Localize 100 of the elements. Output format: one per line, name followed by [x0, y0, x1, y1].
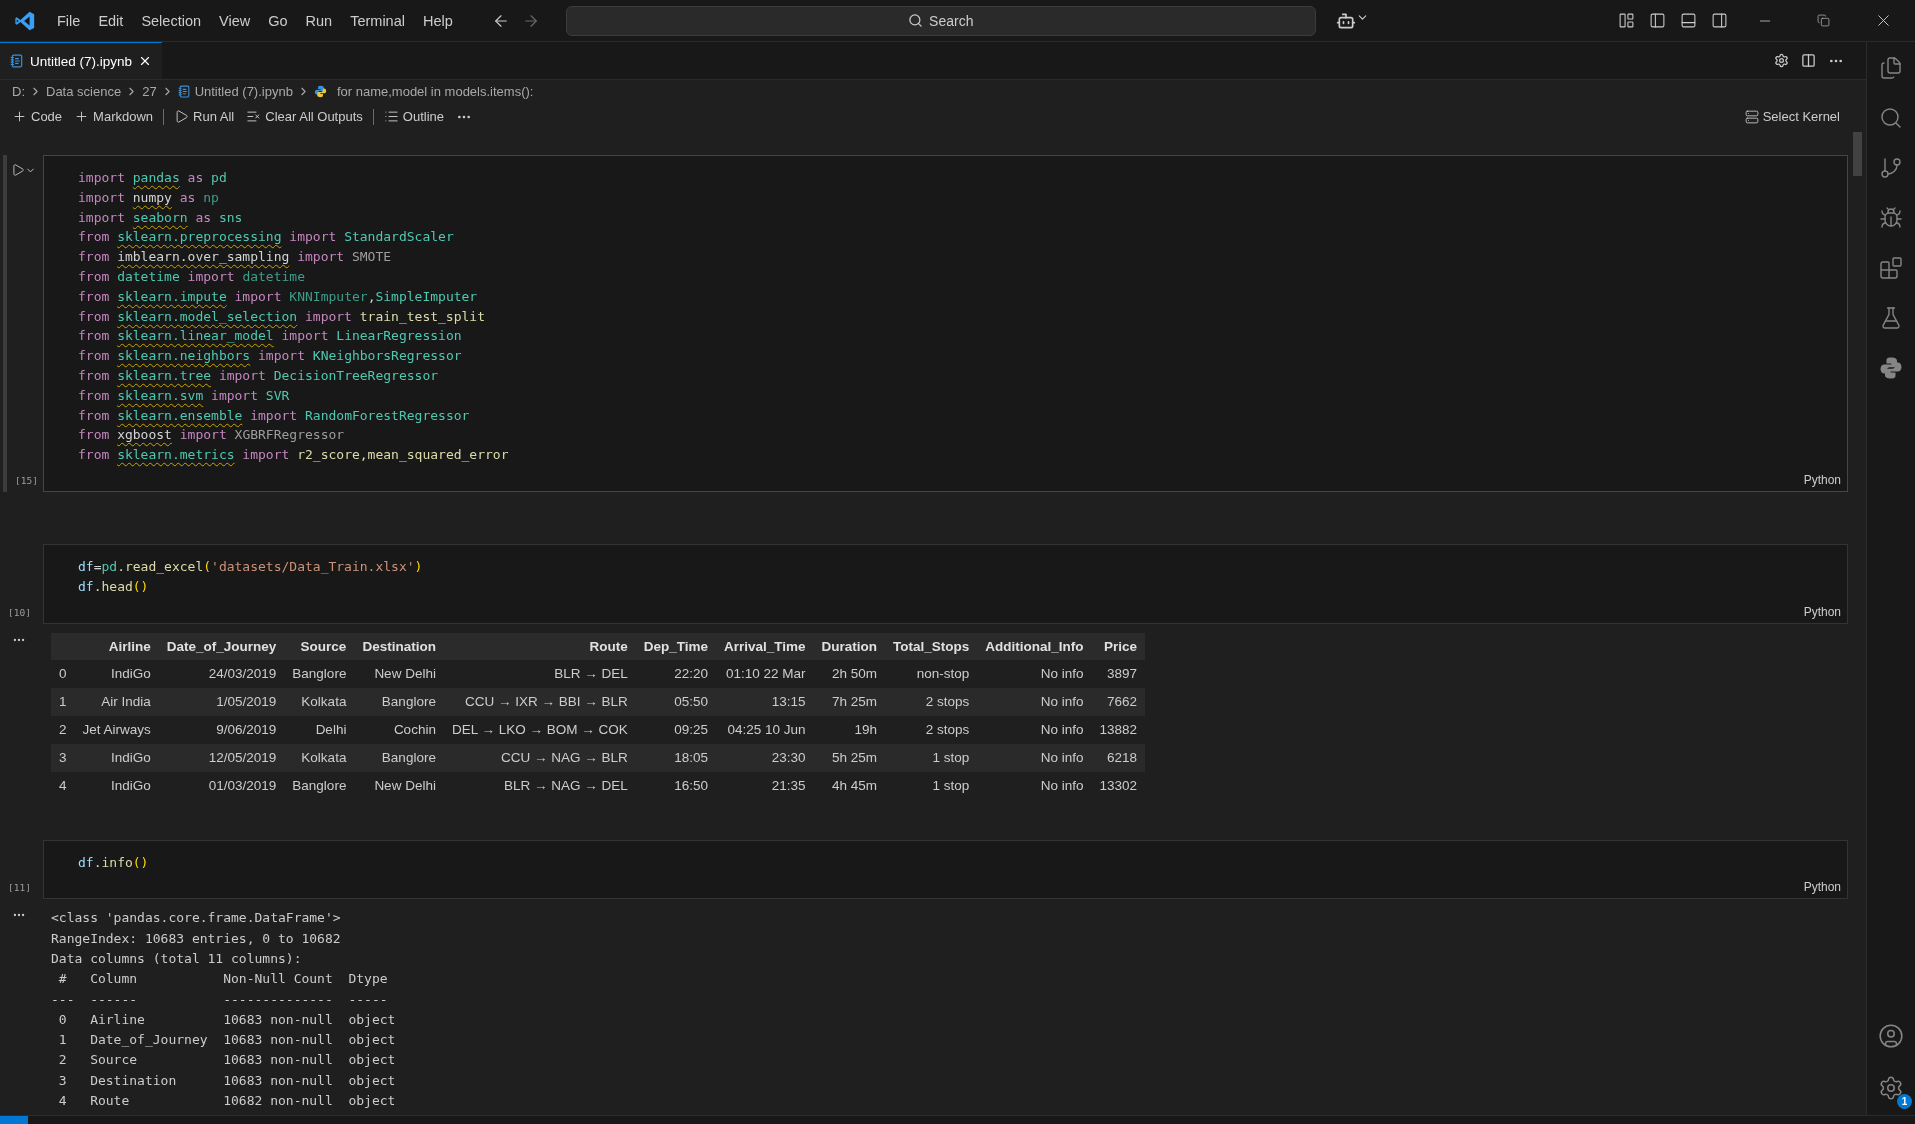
play-icon	[174, 109, 190, 124]
table-cell: IndiGo	[74, 771, 159, 800]
settings-icon[interactable]	[1774, 53, 1789, 68]
execution-count: [15]	[14, 474, 39, 488]
notification-badge: 1	[1897, 1094, 1912, 1109]
table-cell: No info	[977, 659, 1092, 688]
row-index: 0	[51, 659, 75, 688]
editor-tab[interactable]: Untitled (7).ipynb	[0, 42, 163, 79]
branch-icon[interactable]	[1879, 156, 1903, 180]
clear-list-icon	[246, 109, 262, 124]
toolbar-button[interactable]: Run All	[168, 107, 241, 126]
search-icon	[908, 13, 924, 28]
code-line: from datetime import datetime	[78, 268, 306, 286]
table-cell: 18:05	[635, 743, 716, 772]
menu-item[interactable]: Run	[296, 8, 342, 33]
table-cell: 1 stop	[885, 771, 978, 800]
search-field[interactable]: Search	[565, 5, 1316, 36]
toolbar-button[interactable]: Markdown	[68, 107, 160, 126]
column-header: Route	[443, 632, 636, 660]
panel-left-icon[interactable]	[1649, 12, 1666, 29]
column-header: Date_of_Journey	[158, 632, 285, 660]
account-icon[interactable]	[1878, 1023, 1904, 1049]
table-cell: Delhi	[284, 715, 355, 744]
plus-icon	[12, 109, 27, 124]
table-cell: Cochin	[354, 715, 444, 744]
editor-logo	[14, 9, 36, 32]
menu-item[interactable]: Edit	[89, 8, 133, 33]
table-cell: 5h 25m	[813, 743, 886, 772]
restore-icon[interactable]	[1817, 14, 1830, 27]
table-cell: Kolkata	[284, 687, 355, 716]
scrollbar-thumb[interactable]	[1853, 132, 1862, 176]
table-cell: IndiGo	[74, 743, 159, 772]
menu-item[interactable]: Help	[413, 8, 462, 33]
files-icon[interactable]	[1879, 56, 1903, 80]
breadcrumb-item[interactable]: Data science	[46, 84, 122, 99]
table-cell: No info	[977, 743, 1092, 772]
table-cell: 09:25	[635, 715, 716, 744]
breadcrumb-item[interactable]: D:	[12, 84, 25, 99]
flask-icon[interactable]	[1879, 306, 1903, 330]
code-line: import numpy as np	[78, 188, 220, 207]
breadcrumb-item[interactable]: for name,model in models.items():	[336, 84, 534, 99]
code-line: from sklearn.impute import KNNImputer,SimpleImputer	[78, 287, 479, 306]
menu-item[interactable]: Selection	[132, 8, 211, 33]
panel-right-icon[interactable]	[1711, 12, 1728, 29]
toolbar-button[interactable]: Clear All Outputs	[240, 107, 369, 126]
table-cell: 2 stops	[885, 687, 978, 716]
toolbar-button[interactable]: Code	[6, 107, 69, 126]
output-line: --- ------ -------------- -----	[51, 990, 389, 1009]
breadcrumb-item[interactable]: 27	[142, 84, 157, 99]
split-editor-icon[interactable]	[1801, 53, 1816, 68]
row-index: 1	[51, 687, 75, 716]
table-cell: 22:20	[635, 659, 716, 688]
language-label[interactable]: Python	[1803, 604, 1841, 619]
table-cell: 01:10 22 Mar	[716, 659, 814, 688]
menu-item[interactable]: Terminal	[341, 8, 414, 33]
breadcrumb-item[interactable]: Untitled (7).ipynb	[194, 84, 293, 99]
language-label[interactable]: Python	[1803, 880, 1841, 895]
table-cell: CCU → IXR → BBI → BLR	[443, 687, 636, 716]
table-cell: 12/05/2019	[158, 743, 285, 772]
code-line: df=pd.read_excel('datasets/Data_Train.xlsx')	[78, 557, 424, 576]
table-cell: 21:35	[716, 771, 814, 800]
table-cell: 04:25 10 Jun	[716, 715, 814, 744]
toolbar-button[interactable]: Outline	[377, 107, 450, 126]
table-cell: 05:50	[635, 687, 716, 716]
menu-item[interactable]: View	[210, 8, 260, 33]
table-cell: CCU → NAG → BLR	[443, 743, 636, 772]
output-line: 4 Route 10682 non-null object	[57, 1092, 397, 1110]
table-cell: 6218	[1091, 743, 1146, 772]
menu-item[interactable]: Go	[259, 8, 297, 33]
table-cell: 3897	[1091, 659, 1146, 688]
code-line: from imblearn.over_sampling import SMOTE	[78, 248, 393, 267]
output-line: Data columns (total 11 columns):	[51, 949, 303, 968]
extensions-icon[interactable]	[1879, 256, 1903, 280]
play-icon[interactable]	[11, 163, 25, 177]
list-icon	[383, 109, 399, 124]
code-line: from sklearn.svm import SVR	[78, 386, 291, 405]
row-index: 2	[51, 715, 75, 744]
table-cell: non-stop	[885, 659, 978, 688]
table-cell: 01/03/2019	[158, 771, 285, 800]
code-line: from sklearn.linear_model import LinearRegression	[78, 327, 463, 346]
code-cell[interactable]: df=pd.read_excel('datasets/Data_Train.xlsx') df.head() Python	[43, 543, 1848, 624]
code-line: from xgboost import XGBRFRegressor	[78, 426, 346, 445]
code-line: df.info()	[78, 853, 150, 872]
layout-icon[interactable]	[1618, 12, 1635, 29]
select-kernel-button[interactable]: Select Kernel	[1738, 107, 1846, 126]
output-line: RangeIndex: 10683 entries, 0 to 10682	[51, 929, 342, 948]
search-icon[interactable]	[1879, 106, 1903, 130]
menu-item[interactable]: File	[48, 8, 90, 33]
code-cell[interactable]	[43, 155, 1848, 492]
language-label[interactable]: Python	[1803, 472, 1841, 487]
column-header: Price	[1091, 632, 1146, 660]
panel-bottom-icon[interactable]	[1680, 12, 1697, 29]
table-cell: 7h 25m	[813, 687, 886, 716]
code-cell[interactable]: df.info() Python	[43, 839, 1848, 900]
table-cell: 24/03/2019	[158, 659, 285, 688]
python-icon[interactable]	[1879, 356, 1903, 380]
code-line: from sklearn.metrics import r2_score,mean_squared_error	[78, 446, 510, 465]
bug-icon[interactable]	[1879, 206, 1903, 230]
settings-icon[interactable]	[1878, 1075, 1904, 1101]
column-header: Source	[284, 632, 355, 660]
